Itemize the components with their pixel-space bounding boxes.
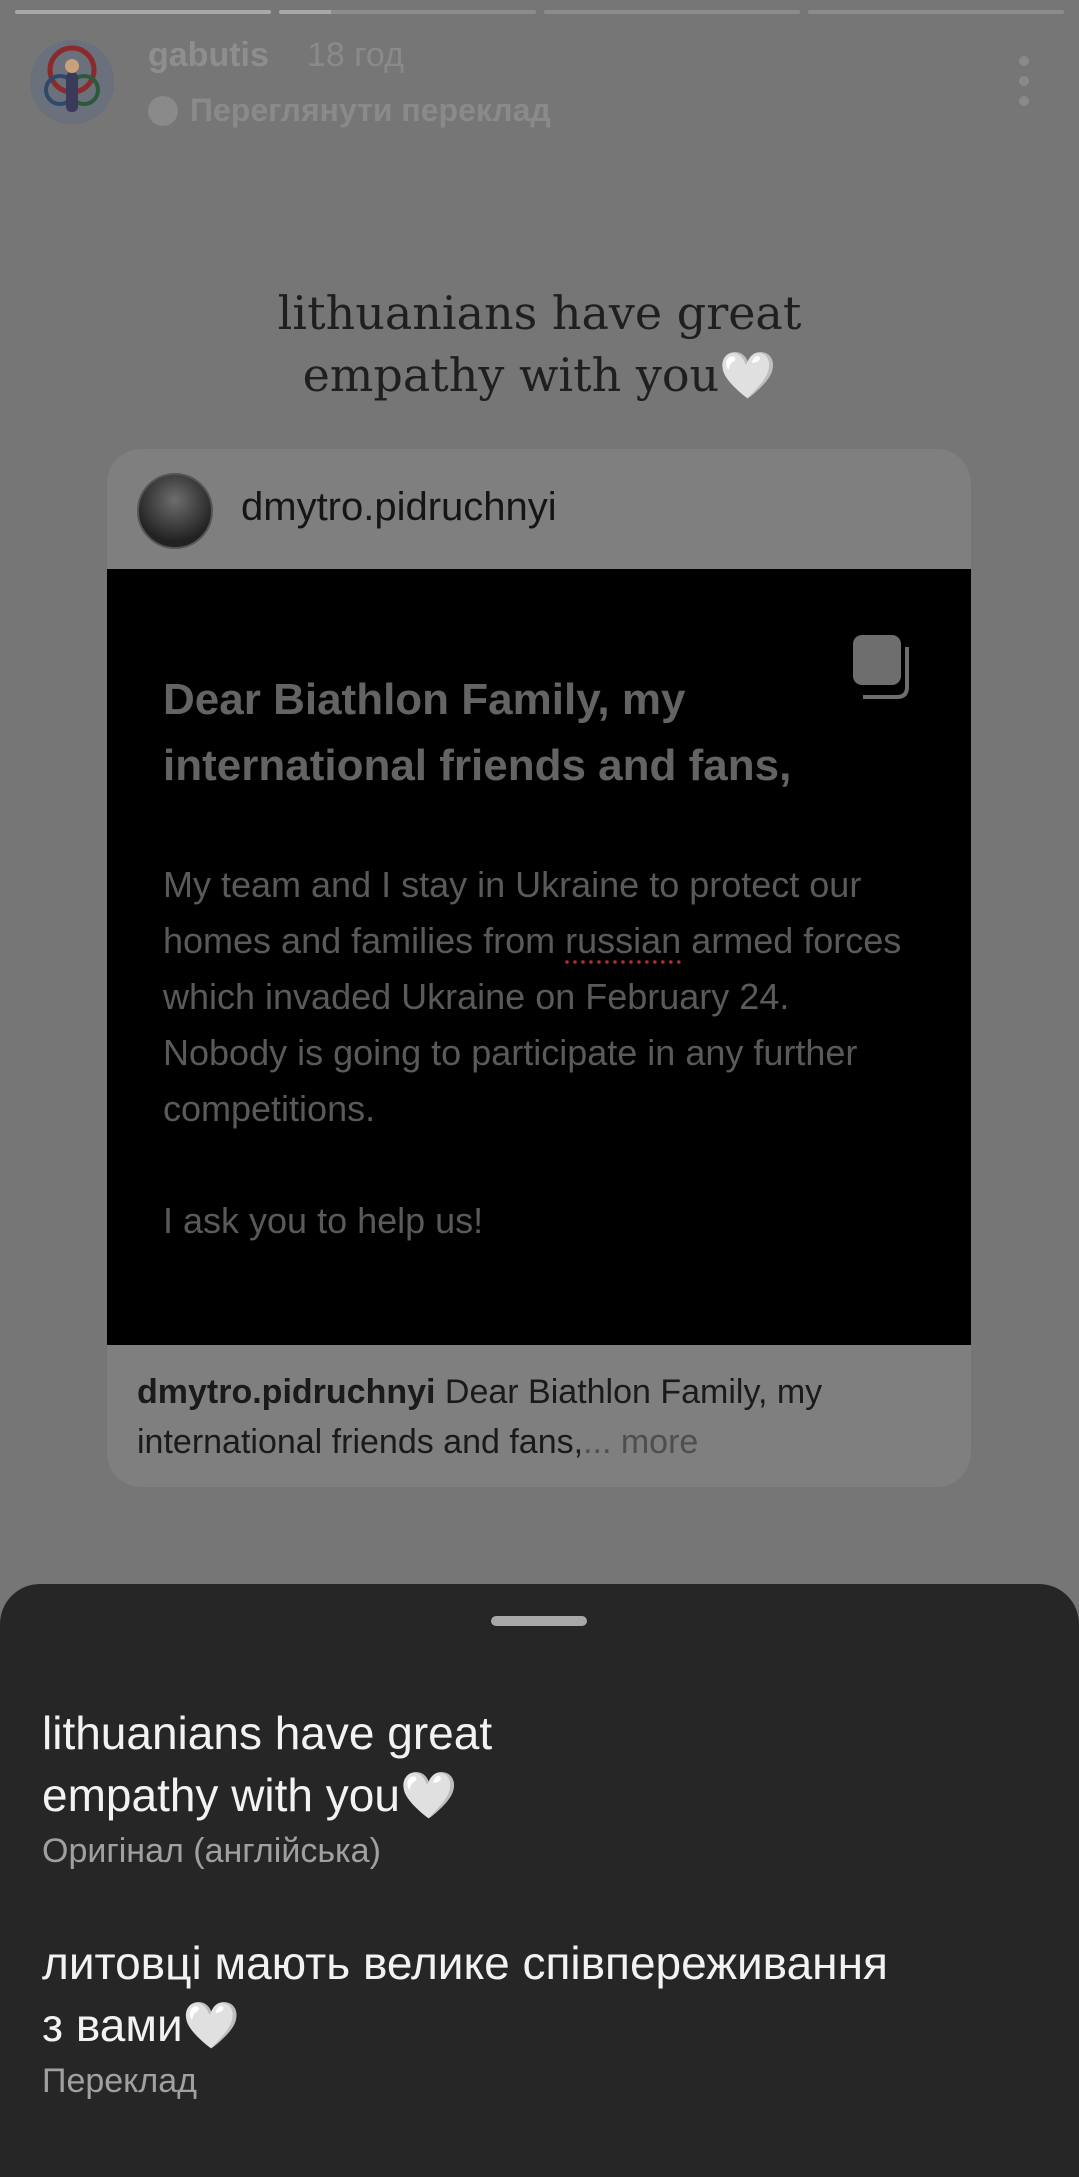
story-progress-bars — [15, 10, 1064, 14]
shared-post-header: dmytro.pidruchnyi — [107, 449, 971, 569]
avatar[interactable] — [30, 40, 114, 124]
original-text-block: lithuanians have great empathy with you🤍… — [42, 1702, 1049, 1871]
story-timestamp: 18 год — [307, 36, 404, 74]
avatar-image — [30, 40, 114, 124]
shared-post-caption: dmytro.pidruchnyi Dear Biathlon Family, … — [137, 1367, 937, 1467]
progress-fill — [279, 10, 331, 14]
story-caption-line: lithuanians have great — [277, 286, 802, 340]
story-username[interactable]: gabutis — [148, 36, 269, 75]
original-text-line: empathy with you🤍 — [42, 1769, 458, 1821]
shared-post-image: Dear Biathlon Family, my international f… — [107, 569, 971, 1345]
translation-text-line: з вами🤍 — [42, 1999, 240, 2051]
shared-post-username: dmytro.pidruchnyi — [241, 485, 557, 529]
more-options-icon[interactable] — [1019, 56, 1029, 106]
see-translation-link[interactable]: Переглянути переклад — [148, 92, 551, 129]
see-translation-label: Переглянути переклад — [190, 92, 551, 128]
caption-more-link[interactable]: ... more — [583, 1423, 698, 1461]
post-heading: Dear Biathlon Family, my international f… — [163, 675, 792, 790]
shared-post-avatar — [137, 473, 213, 549]
original-language-label: Оригінал (англійська) — [42, 1832, 381, 1870]
caption-username: dmytro.pidruchnyi — [137, 1373, 436, 1411]
progress-segment — [279, 10, 536, 14]
progress-segment — [15, 10, 272, 14]
shared-post-card[interactable]: dmytro.pidruchnyi Dear Biathlon Family, … — [107, 449, 971, 1487]
post-body: My team and I stay in Ukraine to protect… — [163, 857, 923, 1249]
translation-bottom-sheet[interactable]: lithuanians have great empathy with you🤍… — [0, 1584, 1079, 2177]
translation-label: Переклад — [42, 2062, 198, 2100]
post-body-plea: I ask you to help us! — [163, 1200, 484, 1241]
progress-fill — [15, 10, 272, 14]
translation-text-line: литовці мають велике співпереживання — [42, 1937, 888, 1989]
story-caption: lithuanians have great empathy with you🤍 — [0, 282, 1079, 406]
translation-text-block: литовці мають велике співпереживання з в… — [42, 1932, 1049, 2101]
sheet-drag-handle[interactable] — [491, 1616, 587, 1626]
translate-icon — [148, 95, 178, 126]
post-body-underlined-word: russian — [565, 920, 682, 961]
story-caption-line: empathy with you🤍 — [302, 348, 777, 402]
progress-segment — [543, 10, 800, 14]
progress-segment — [807, 10, 1064, 14]
original-text-line: lithuanians have great — [42, 1707, 493, 1759]
